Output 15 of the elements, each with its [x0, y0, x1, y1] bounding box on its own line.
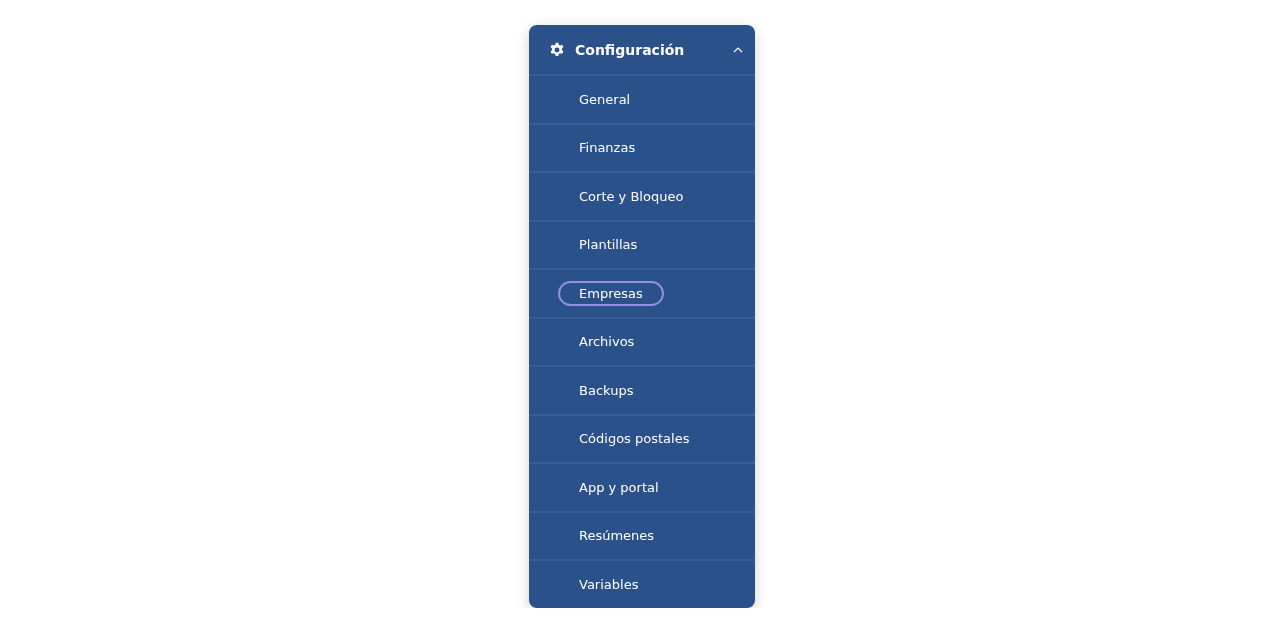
menu-header[interactable]: Configuración — [529, 25, 755, 74]
menu-title: Configuración — [575, 41, 686, 58]
menu-item[interactable]: Resúmenes — [558, 523, 676, 549]
menu-item[interactable]: Corte y Bloqueo — [558, 183, 705, 209]
menu-item[interactable]: Finanzas — [558, 135, 657, 161]
menu-item[interactable]: Archivos — [558, 329, 656, 355]
gear-icon — [549, 41, 565, 58]
menu-item[interactable]: Empresas — [558, 280, 664, 306]
menu-item[interactable]: Plantillas — [558, 232, 659, 258]
menu-item[interactable]: General — [558, 86, 652, 112]
chevron-icon — [733, 46, 743, 53]
menu-item[interactable]: App y portal — [558, 474, 680, 500]
menu-item[interactable]: Códigos postales — [558, 426, 711, 452]
menu-item[interactable]: Backups — [558, 377, 655, 403]
menu-item[interactable]: Variables — [558, 571, 660, 597]
